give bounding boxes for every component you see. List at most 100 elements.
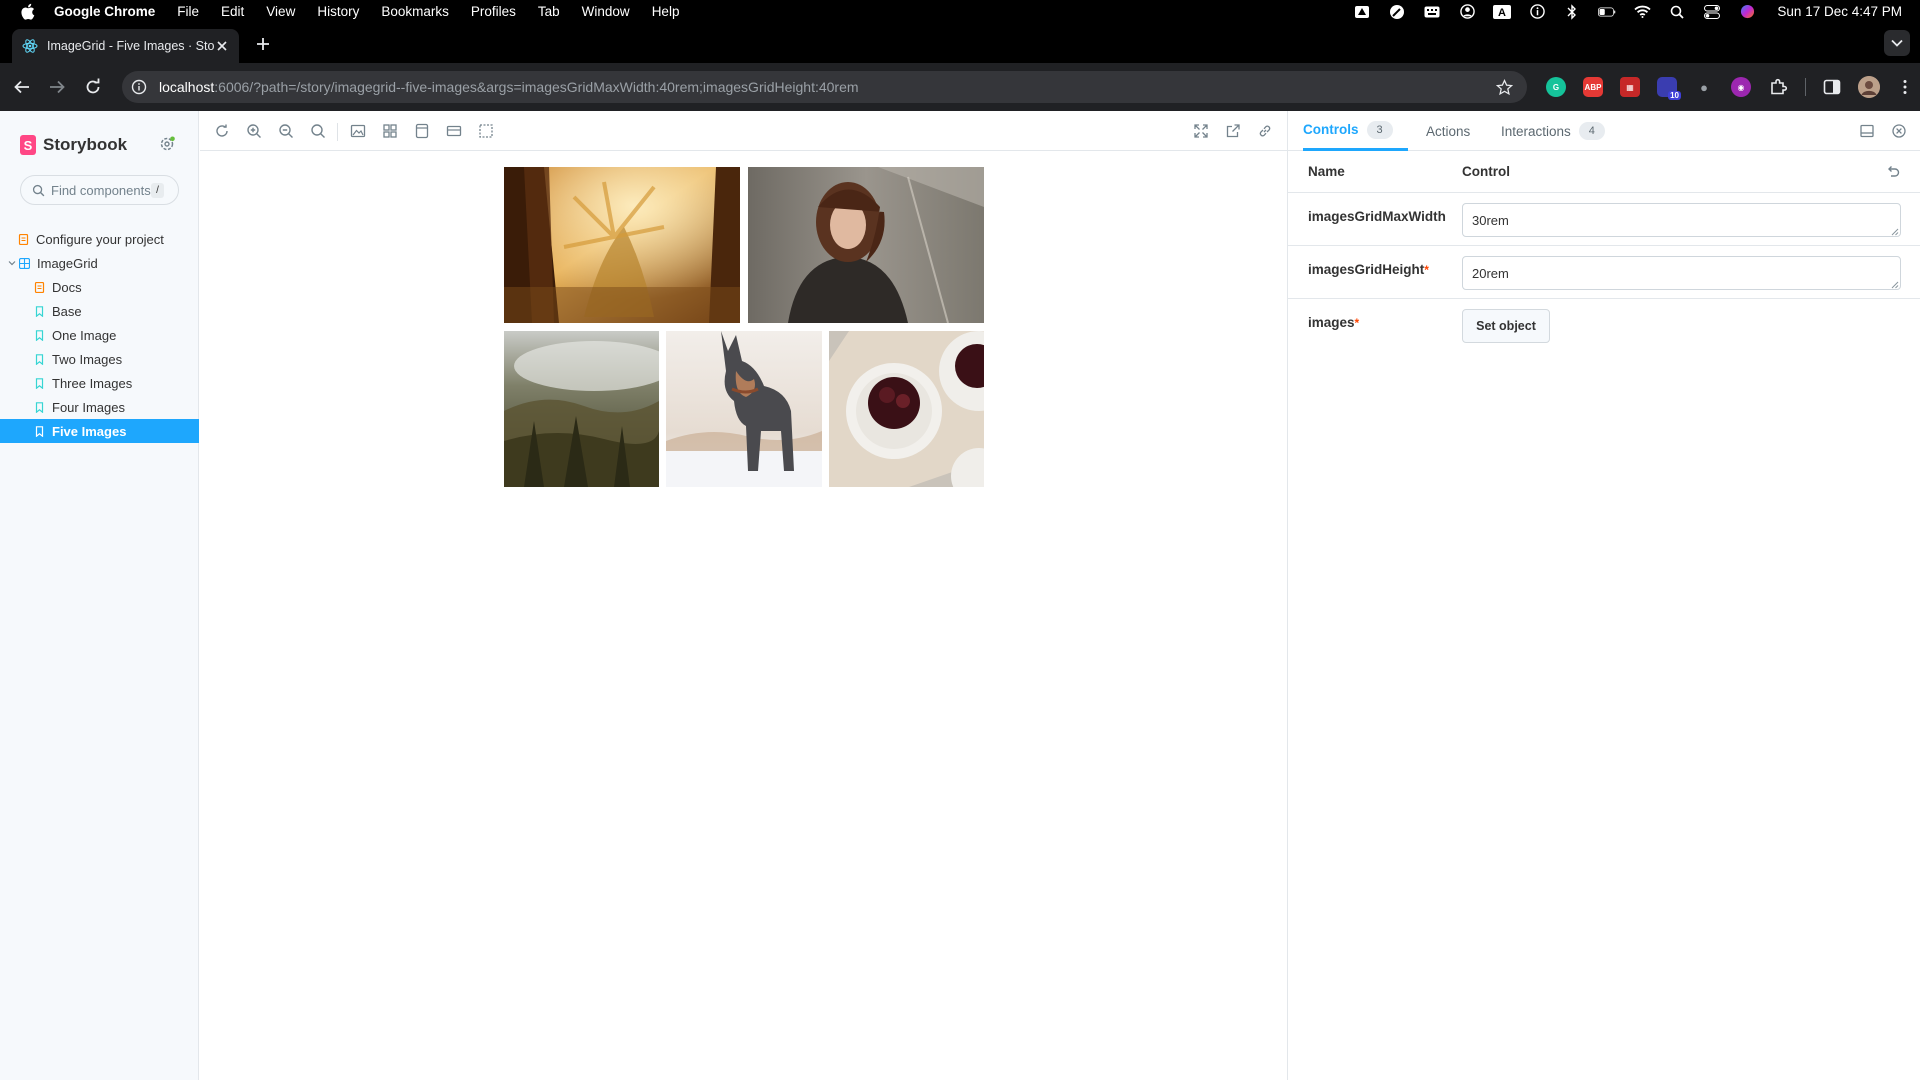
dog-snow-image	[666, 331, 822, 487]
control-center-icon[interactable]	[1703, 4, 1721, 20]
sidebar-search-field[interactable]: Find components /	[20, 175, 179, 205]
sidebar-item-configure[interactable]: Configure your project	[0, 227, 199, 251]
palm-trees-image	[504, 167, 740, 323]
measure-icon[interactable]	[446, 123, 462, 139]
resize-grip-icon[interactable]	[1891, 228, 1899, 236]
bookmark-story-icon	[35, 401, 44, 413]
sidebar-item-label: Two Images	[52, 351, 123, 367]
calendar-extension-icon[interactable]: ▦	[1620, 77, 1640, 97]
col-name-header: Name	[1308, 164, 1345, 179]
remount-icon[interactable]	[214, 123, 230, 139]
new-tab-plus-icon[interactable]	[254, 35, 272, 53]
zoom-out-icon[interactable]	[278, 123, 294, 139]
zoom-reset-icon[interactable]	[310, 123, 326, 139]
reload-icon[interactable]	[83, 77, 103, 97]
sidebar-item-one-image[interactable]: One Image	[0, 323, 199, 347]
menu-history[interactable]: History	[317, 4, 359, 19]
sidebar-item-docs[interactable]: Docs	[0, 275, 199, 299]
puzzle-extensions-icon[interactable]	[1768, 77, 1788, 97]
grid-height-input[interactable]	[1462, 256, 1901, 290]
side-panel-icon[interactable]	[1823, 78, 1841, 96]
panel-position-icon[interactable]	[1859, 123, 1875, 139]
fullscreen-icon[interactable]	[1193, 123, 1209, 139]
menu-bookmarks[interactable]: Bookmarks	[381, 4, 449, 19]
tab-interactions[interactable]: Interactions 4	[1501, 111, 1605, 151]
browser-tab-active[interactable]: ImageGrid - Five Images · Storybook	[12, 29, 239, 63]
col-control-header: Control	[1462, 164, 1510, 179]
siri-icon[interactable]	[1738, 4, 1756, 20]
wifi-icon[interactable]	[1633, 4, 1651, 20]
grammarly-icon[interactable]: G	[1546, 77, 1566, 97]
chrome-menu-kebab-icon[interactable]	[1897, 78, 1913, 96]
info-circle-icon[interactable]	[1528, 4, 1546, 20]
background-image-icon[interactable]	[350, 123, 366, 139]
url-path: :6006/?path=/story/imagegrid--five-image…	[214, 79, 859, 95]
storybook-brand-text: Storybook	[43, 135, 128, 154]
tab-controls[interactable]: Controls 3	[1303, 111, 1408, 151]
menu-window[interactable]: Window	[582, 4, 630, 19]
open-new-tab-icon[interactable]	[1225, 123, 1241, 139]
copy-link-icon[interactable]	[1257, 123, 1273, 139]
resize-grip-icon[interactable]	[1891, 281, 1899, 289]
tab-actions[interactable]: Actions	[1426, 111, 1470, 151]
sidebar-item-two-images[interactable]: Two Images	[0, 347, 199, 371]
control-name-text: imagesGridHeight	[1308, 262, 1425, 277]
mobile-viewport-icon[interactable]	[414, 123, 430, 139]
address-bar[interactable]: localhost:6006/?path=/story/imagegrid--f…	[122, 71, 1527, 103]
reset-controls-icon[interactable]	[1885, 164, 1901, 180]
zoom-in-icon[interactable]	[246, 123, 262, 139]
feather-icon[interactable]	[1388, 4, 1406, 20]
site-info-icon[interactable]	[131, 79, 147, 95]
adblock-plus-icon[interactable]: ABP	[1583, 77, 1603, 97]
profile-avatar[interactable]	[1858, 76, 1880, 98]
menu-help[interactable]: Help	[652, 4, 680, 19]
sidebar-item-base[interactable]: Base	[0, 299, 199, 323]
control-row-maxwidth: imagesGridMaxWidth	[1288, 193, 1920, 246]
sidebar-item-label: Five Images	[52, 423, 127, 439]
bookmark-star-icon[interactable]	[1496, 79, 1513, 96]
spotlight-search-icon[interactable]	[1668, 4, 1686, 20]
apple-icon[interactable]	[20, 3, 35, 20]
outline-icon[interactable]	[478, 123, 494, 139]
sidebar-item-four-images[interactable]: Four Images	[0, 395, 199, 419]
input-source-icon[interactable]: A	[1493, 4, 1512, 20]
sidebar-item-imagegrid[interactable]: ImageGrid	[0, 251, 199, 275]
menu-file[interactable]: File	[177, 4, 199, 19]
settings-gear-icon[interactable]	[159, 136, 175, 152]
tab-search-button[interactable]	[1884, 30, 1910, 56]
close-panel-icon[interactable]	[1891, 123, 1907, 139]
forward-arrow-icon[interactable]	[47, 77, 67, 97]
set-object-button[interactable]: Set object	[1462, 309, 1550, 343]
drive-icon[interactable]	[1353, 4, 1371, 20]
tab-count-badge: 4	[1578, 122, 1605, 140]
menu-view[interactable]: View	[266, 4, 295, 19]
color-picker-extension-icon[interactable]: ◉	[1731, 77, 1751, 97]
tab-close-icon[interactable]	[215, 39, 229, 53]
menubar-clock[interactable]: Sun 17 Dec 4:47 PM	[1777, 4, 1902, 19]
storybook-logo-mark: S	[20, 135, 36, 155]
battery-icon[interactable]	[1598, 4, 1616, 20]
sidebar-item-label: One Image	[52, 327, 117, 343]
max-width-input[interactable]	[1462, 203, 1901, 237]
menu-profiles[interactable]: Profiles	[471, 4, 516, 19]
dropper-extension-icon[interactable]: ●	[1694, 77, 1714, 97]
user-circle-icon[interactable]	[1458, 4, 1476, 20]
notification-extension-icon[interactable]: 10	[1657, 77, 1681, 100]
keyboard-icon[interactable]	[1423, 4, 1441, 20]
back-arrow-icon[interactable]	[12, 77, 32, 97]
menu-edit[interactable]: Edit	[221, 4, 244, 19]
addon-tabs: Controls 3 Actions Interactions 4	[1288, 111, 1920, 151]
menu-app-name[interactable]: Google Chrome	[54, 4, 155, 19]
url-host: localhost	[159, 79, 215, 95]
storybook-logo[interactable]: S Storybook	[20, 135, 127, 155]
menu-tab[interactable]: Tab	[538, 4, 560, 19]
tab-title: ImageGrid - Five Images · Storybook	[47, 39, 215, 53]
tab-label: Interactions	[1501, 123, 1571, 139]
controls-table-header: Name Control	[1288, 151, 1920, 193]
control-name-text: images	[1308, 315, 1355, 330]
sidebar-item-five-images[interactable]: Five Images	[0, 419, 199, 443]
document-icon	[18, 233, 29, 245]
grid-icon[interactable]	[382, 123, 398, 139]
sidebar-item-three-images[interactable]: Three Images	[0, 371, 199, 395]
bluetooth-icon[interactable]	[1563, 3, 1581, 20]
